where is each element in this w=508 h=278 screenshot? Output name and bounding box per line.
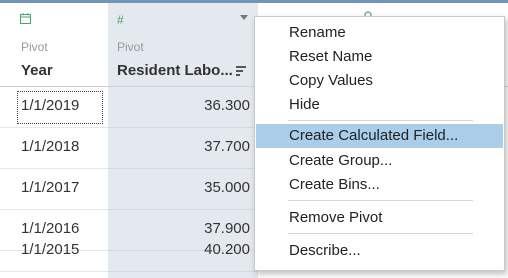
value-cell[interactable]: 40.200 xyxy=(204,241,250,258)
table-row[interactable]: 1/1/2019 xyxy=(0,87,108,128)
menu-separator xyxy=(288,233,473,234)
resident-labor-column-header[interactable]: # Pivot Resident Labo... xyxy=(108,3,258,87)
menu-item-create-group[interactable]: Create Group... xyxy=(256,149,503,173)
field-name-year: Year xyxy=(21,62,53,79)
chevron-down-icon[interactable] xyxy=(240,15,248,20)
menu-item-rename[interactable]: Rename xyxy=(256,21,503,45)
table-row[interactable]: 36.300 xyxy=(108,87,258,128)
resident-labor-column: # Pivot Resident Labo... 36.300 37.700 3… xyxy=(108,0,259,278)
year-cell[interactable]: 1/1/2018 xyxy=(21,138,79,155)
menu-item-copy-values[interactable]: Copy Values xyxy=(256,69,503,93)
year-cell[interactable]: 1/1/2019 xyxy=(21,97,79,114)
year-column: Pivot Year 1/1/2019 1/1/2018 1/1/2017 1/… xyxy=(0,0,109,278)
menu-separator xyxy=(288,200,473,201)
pivot-label: Pivot xyxy=(21,40,48,54)
year-column-header[interactable]: Pivot Year xyxy=(0,3,108,87)
value-cell[interactable]: 37.700 xyxy=(204,138,250,155)
table-row[interactable]: 35.000 xyxy=(108,169,258,210)
table-row[interactable]: 1/1/2015 xyxy=(0,231,108,272)
year-cell[interactable]: 1/1/2017 xyxy=(21,179,79,196)
table-row[interactable]: 37.700 xyxy=(108,128,258,169)
menu-item-remove-pivot[interactable]: Remove Pivot xyxy=(256,206,503,230)
menu-item-reset-name[interactable]: Reset Name xyxy=(256,45,503,69)
value-cell[interactable]: 35.000 xyxy=(204,179,250,196)
menu-separator xyxy=(288,120,473,121)
number-icon: # xyxy=(117,13,124,27)
table-row[interactable]: 1/1/2018 xyxy=(0,128,108,169)
pivot-label: Pivot xyxy=(117,40,144,54)
menu-item-hide[interactable]: Hide xyxy=(256,93,503,117)
table-row[interactable]: 1/1/2017 xyxy=(0,169,108,210)
sort-icon[interactable] xyxy=(236,66,246,78)
table-row[interactable]: 40.200 xyxy=(108,231,258,272)
context-menu: Rename Reset Name Copy Values Hide Creat… xyxy=(254,16,505,271)
menu-item-create-bins[interactable]: Create Bins... xyxy=(256,173,503,197)
value-cell[interactable]: 36.300 xyxy=(204,97,250,114)
menu-item-create-calculated-field[interactable]: Create Calculated Field... xyxy=(256,124,503,148)
menu-item-describe[interactable]: Describe... xyxy=(256,239,503,263)
calendar-icon xyxy=(20,13,31,24)
field-name-resident-labor: Resident Labo... xyxy=(117,62,233,79)
year-cell[interactable]: 1/1/2015 xyxy=(21,241,79,258)
